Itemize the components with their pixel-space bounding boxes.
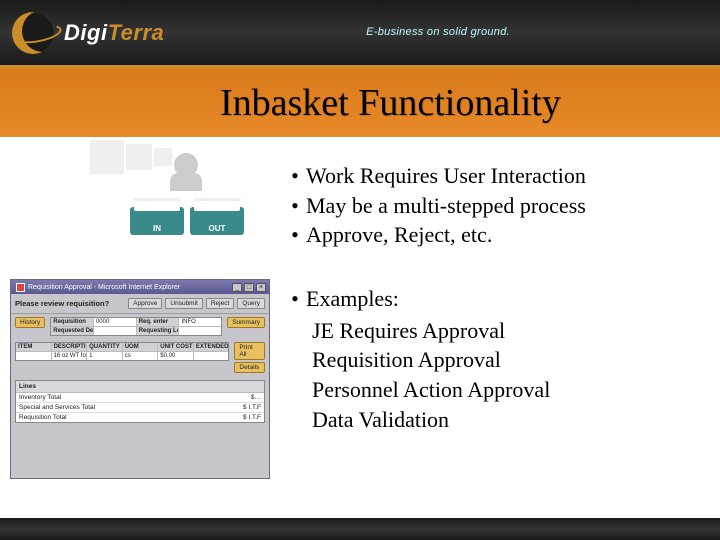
- example-item: Data Validation: [312, 405, 710, 435]
- fields-grid: Requisition 0000 Req. enter INFO Request…: [50, 317, 222, 336]
- summary-button[interactable]: Summary: [227, 317, 265, 328]
- line-items-grid: ITEM DESCRIPTION QUANTITY UOM UNIT COST …: [15, 342, 229, 361]
- prompt-bar: Please review requisition? Approve Unsub…: [11, 294, 269, 314]
- query-button[interactable]: Query: [237, 298, 265, 309]
- close-icon[interactable]: ×: [256, 283, 266, 292]
- reject-button[interactable]: Reject: [206, 298, 234, 309]
- logo-text-b: Terra: [108, 20, 165, 45]
- totals-row: Inventory Total$…: [16, 393, 264, 403]
- logo-mark-icon: [12, 12, 54, 54]
- bullet-item: Work Requires User Interaction: [284, 161, 710, 191]
- bullet-item: May be a multi-stepped process: [284, 191, 710, 221]
- app-icon: [16, 283, 25, 292]
- totals-panel: Lines Inventory Total$… Special and Serv…: [15, 380, 265, 423]
- slide-title: Inbasket Functionality: [220, 81, 561, 125]
- bullet-list-examples: Examples:: [284, 284, 710, 314]
- field-value: INFO: [179, 318, 221, 326]
- field-value: [179, 327, 221, 335]
- field-value: [94, 327, 137, 335]
- col-header: ITEM: [16, 343, 52, 351]
- field-label: Requisition: [51, 318, 94, 326]
- window-controls: _ □ ×: [232, 283, 266, 292]
- details-button[interactable]: Details: [234, 362, 265, 373]
- field-value: 0000: [94, 318, 137, 326]
- examples-sublist: JE Requires Approval Requisition Approva…: [284, 316, 710, 435]
- totals-row: Special and Services Total$ I.T.F: [16, 403, 264, 413]
- footer-strip: [0, 518, 720, 540]
- field-label: Req. enter: [137, 318, 180, 326]
- bullet-item: Approve, Reject, etc.: [284, 220, 710, 250]
- slide-content: IN OUT Requisition Approval - Microsoft …: [0, 137, 720, 479]
- totals-row: Requisition Total$ I.T.F: [16, 413, 264, 422]
- example-item: JE Requires Approval: [312, 316, 710, 346]
- review-prompt: Please review requisition?: [15, 299, 109, 308]
- history-button[interactable]: History: [15, 317, 45, 328]
- maximize-icon[interactable]: □: [244, 283, 254, 292]
- col-header: QUANTITY: [87, 343, 123, 351]
- bullet-list-top: Work Requires User Interaction May be a …: [284, 161, 710, 250]
- approve-button[interactable]: Approve: [128, 298, 162, 309]
- right-column: Work Requires User Interaction May be a …: [284, 155, 710, 479]
- print-all-button[interactable]: Print All: [234, 342, 265, 360]
- field-label: Requested Delivery Date: [51, 327, 94, 335]
- example-item: Requisition Approval: [312, 345, 710, 375]
- col-header: EXTENDED COST: [194, 343, 229, 351]
- example-item: Personnel Action Approval: [312, 375, 710, 405]
- logo-text-a: Digi: [64, 20, 108, 45]
- person-icon: [174, 153, 198, 177]
- col-header: DESCRIPTION: [52, 343, 88, 351]
- table-row[interactable]: 16 oz WT foam c 1 cs $0.00: [16, 352, 228, 360]
- inbox-outbox-clipart: IN OUT: [124, 161, 254, 241]
- tray-in-icon: IN: [130, 207, 184, 235]
- examples-heading: Examples:: [284, 284, 710, 314]
- tray-out-icon: OUT: [190, 207, 244, 235]
- col-header: UNIT COST: [158, 343, 194, 351]
- col-header: UOM: [123, 343, 159, 351]
- title-band: Inbasket Functionality: [0, 65, 720, 137]
- brand-header: DigiTerra E-business on solid ground.: [0, 0, 720, 65]
- window-title: Requisition Approval - Microsoft Interne…: [28, 284, 180, 291]
- totals-title: Lines: [16, 381, 264, 393]
- brand-tagline: E-business on solid ground.: [366, 26, 510, 38]
- field-label: Requesting Location: [137, 327, 180, 335]
- minimize-icon[interactable]: _: [232, 283, 242, 292]
- logo-text: DigiTerra: [64, 20, 164, 46]
- embedded-screenshot: Requisition Approval - Microsoft Interne…: [10, 279, 270, 479]
- unsubmit-button[interactable]: Unsubmit: [165, 298, 202, 309]
- window-titlebar: Requisition Approval - Microsoft Interne…: [11, 280, 269, 294]
- left-column: IN OUT Requisition Approval - Microsoft …: [10, 155, 270, 479]
- logo: DigiTerra: [12, 12, 164, 54]
